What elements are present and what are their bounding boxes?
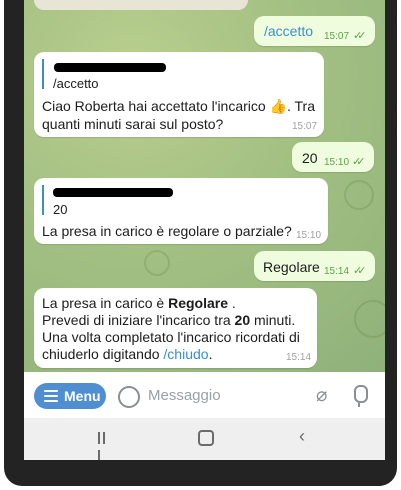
message-text: 20 xyxy=(302,150,318,166)
menu-button[interactable]: Menu xyxy=(34,383,106,409)
message-line: quanti minuti sarai sul posto? xyxy=(42,116,224,132)
message-line: La presa in carico è Regolare . xyxy=(42,295,300,312)
read-checkmarks-icon: ✓✓ xyxy=(352,156,366,168)
message-text: Regolare xyxy=(263,259,320,275)
message-text: La presa in carico è regolare o parziale… xyxy=(42,223,292,239)
menu-button-label: Menu xyxy=(64,388,101,404)
message-line: Ciao Roberta hai accettato l'incarico 👍.… xyxy=(42,98,316,114)
message-incoming[interactable]: 20 La presa in carico è regolare o parzi… xyxy=(34,178,328,244)
message-outgoing[interactable]: Regolare 15:14 ✓✓ xyxy=(254,251,375,281)
message-line: chiuderlo digitando /chiudo. xyxy=(42,346,300,363)
message-composer: Menu Messaggio ⌀ xyxy=(24,372,385,418)
emoji-icon[interactable] xyxy=(118,386,140,408)
text-segment: Prevedi di iniziare l'incarico tra xyxy=(42,312,235,328)
message-text: Ciao Roberta hai accettato l'incarico 👍.… xyxy=(42,97,315,133)
text-segment: La presa in carico è xyxy=(42,295,169,311)
message-time: 15:10 xyxy=(324,157,350,168)
message-time: 15:14 xyxy=(324,266,350,277)
wallpaper-doodle xyxy=(344,180,374,210)
message-time: 15:14 xyxy=(286,352,312,363)
text-segment: chiuderlo digitando xyxy=(42,346,164,362)
phone-frame: /accetto 15:07 ✓✓ /accetto Ciao Roberta … xyxy=(4,0,397,486)
text-segment: . xyxy=(208,346,213,362)
message-time: 15:07 xyxy=(324,31,350,42)
message-line: Una volta completato l'incarico ricordat… xyxy=(42,329,300,345)
previous-media-message[interactable] xyxy=(34,0,248,10)
reply-quote-text: /accetto xyxy=(53,76,99,91)
command-link[interactable]: /chiudo xyxy=(163,346,208,362)
android-nav-bar: ‹ xyxy=(24,418,385,460)
bold-value: 20 xyxy=(234,312,251,328)
message-time: 15:07 xyxy=(292,121,318,132)
bold-value: Regolare xyxy=(168,295,228,311)
redacted-sender xyxy=(54,63,166,72)
message-incoming[interactable]: /accetto Ciao Roberta hai accettato l'in… xyxy=(34,52,324,137)
wallpaper-doodle xyxy=(354,300,385,338)
paperclip-icon[interactable]: ⌀ xyxy=(316,384,327,407)
read-checkmarks-icon: ✓✓ xyxy=(353,265,367,277)
message-time: 15:10 xyxy=(296,230,322,241)
message-outgoing[interactable]: /accetto 15:07 ✓✓ xyxy=(254,16,375,46)
text-segment: minuti. xyxy=(250,312,296,328)
message-line: Prevedi di iniziare l'incarico tra 20 mi… xyxy=(42,312,300,329)
redacted-sender xyxy=(53,188,173,197)
reply-quote-text: 20 xyxy=(53,202,68,217)
command-link[interactable]: /accetto xyxy=(264,23,313,39)
microphone-icon-base xyxy=(358,403,360,407)
wallpaper-doodle xyxy=(144,250,170,276)
text-segment: . xyxy=(228,295,236,311)
message-input[interactable]: Messaggio xyxy=(148,387,221,404)
screen: /accetto 15:07 ✓✓ /accetto Ciao Roberta … xyxy=(24,0,385,460)
hamburger-icon xyxy=(44,390,58,402)
reply-quote[interactable]: 20 xyxy=(42,185,201,217)
message-outgoing[interactable]: 20 15:10 ✓✓ xyxy=(292,142,374,172)
chat-area[interactable]: /accetto 15:07 ✓✓ /accetto Ciao Roberta … xyxy=(24,0,385,372)
recent-apps-icon[interactable] xyxy=(98,431,112,460)
read-checkmarks-icon: ✓✓ xyxy=(353,30,367,42)
reply-quote[interactable]: /accetto xyxy=(42,59,201,91)
back-icon[interactable]: ‹ xyxy=(299,426,305,447)
home-icon[interactable] xyxy=(198,430,214,446)
microphone-icon[interactable] xyxy=(354,385,368,403)
message-incoming[interactable]: La presa in carico è Regolare . Prevedi … xyxy=(34,288,317,368)
message-text: La presa in carico è Regolare . Prevedi … xyxy=(42,295,300,363)
